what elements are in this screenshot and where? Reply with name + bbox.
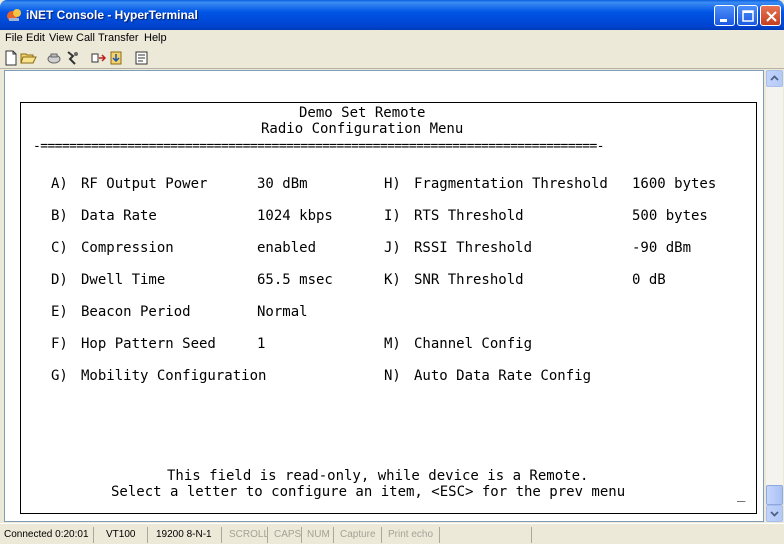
- menu-edit[interactable]: Edit: [26, 32, 45, 44]
- close-icon: [766, 11, 777, 22]
- open-icon[interactable]: [20, 50, 37, 66]
- item-key-n[interactable]: N): [384, 368, 401, 384]
- item-label-auto-data-rate-config[interactable]: Auto Data Rate Config: [414, 368, 591, 384]
- disconnect-icon[interactable]: [46, 50, 63, 66]
- item-label-rts-threshold[interactable]: RTS Threshold: [414, 208, 524, 224]
- item-value-data-rate: 1024 kbps: [257, 208, 333, 224]
- status-print-echo: Print echo: [384, 527, 440, 543]
- menu-call[interactable]: Call: [76, 32, 95, 44]
- item-key-d[interactable]: D): [51, 272, 68, 288]
- properties-icon[interactable]: [134, 50, 151, 66]
- title-bar[interactable]: iNET Console - HyperTerminal: [0, 0, 784, 30]
- item-key-k[interactable]: K): [384, 272, 401, 288]
- status-connected: Connected 0:20:01: [2, 527, 94, 543]
- menu-view[interactable]: View: [49, 32, 73, 44]
- send-icon[interactable]: [90, 50, 107, 66]
- new-icon[interactable]: [3, 50, 20, 66]
- maximize-icon: [742, 10, 754, 22]
- item-label-snr-threshold[interactable]: SNR Threshold: [414, 272, 524, 288]
- item-value-beacon-period: Normal: [257, 304, 308, 320]
- vertical-scrollbar[interactable]: [766, 70, 783, 522]
- menu-file[interactable]: File: [5, 32, 23, 44]
- terminal-screen[interactable]: Demo Set Remote Radio Configuration Menu…: [20, 102, 757, 514]
- status-message: This field is read-only, while device is…: [167, 468, 589, 484]
- item-value-dwell-time: 65.5 msec: [257, 272, 333, 288]
- item-value-rts-threshold: 500 bytes: [632, 208, 708, 224]
- status-capture: Capture: [336, 527, 382, 543]
- minimize-icon: [720, 19, 727, 22]
- scroll-up-button[interactable]: [766, 70, 783, 87]
- item-key-c[interactable]: C): [51, 240, 68, 256]
- status-scroll: SCROLL: [224, 527, 268, 543]
- item-key-b[interactable]: B): [51, 208, 68, 224]
- item-label-rssi-threshold[interactable]: RSSI Threshold: [414, 240, 532, 256]
- status-emulation: VT100: [96, 527, 148, 543]
- maximize-button[interactable]: [737, 5, 758, 26]
- scroll-thumb[interactable]: [766, 485, 783, 505]
- item-key-g[interactable]: G): [51, 368, 68, 384]
- close-button[interactable]: [760, 5, 781, 26]
- item-value-rssi-threshold: -90 dBm: [632, 240, 692, 256]
- item-label-hop-pattern-seed[interactable]: Hop Pattern Seed: [81, 336, 216, 352]
- item-key-m[interactable]: M): [384, 336, 401, 352]
- item-label-compression[interactable]: Compression: [81, 240, 174, 256]
- menu-title-line2: Radio Configuration Menu: [261, 121, 464, 137]
- minimize-button[interactable]: [714, 5, 735, 26]
- item-value-rf-output-power: 30 dBm: [257, 176, 308, 192]
- item-label-channel-config[interactable]: Channel Config: [414, 336, 532, 352]
- item-value-snr-threshold: 0 dB: [632, 272, 666, 288]
- item-value-hop-pattern-seed: 1: [257, 336, 266, 352]
- item-label-mobility-configuration[interactable]: Mobility Configuration: [81, 368, 266, 384]
- item-key-i[interactable]: I): [384, 208, 401, 224]
- status-port-settings: 19200 8-N-1: [150, 527, 222, 543]
- menu-help[interactable]: Help: [144, 32, 167, 44]
- menu-bar: File Edit View Call Transfer Help: [0, 30, 784, 47]
- item-label-dwell-time[interactable]: Dwell Time: [81, 272, 165, 288]
- item-label-data-rate[interactable]: Data Rate: [81, 208, 157, 224]
- menu-title-line1: Demo Set Remote: [299, 105, 426, 121]
- item-key-j[interactable]: J): [384, 240, 401, 256]
- item-key-f[interactable]: F): [51, 336, 68, 352]
- prompt-message: Select a letter to configure an item, <E…: [111, 484, 626, 500]
- status-empty-panel: [442, 527, 532, 543]
- window-title: iNET Console - HyperTerminal: [26, 8, 198, 22]
- item-label-fragmentation-threshold[interactable]: Fragmentation Threshold: [414, 176, 608, 192]
- status-num: NUM: [304, 527, 334, 543]
- toolbar: [0, 47, 784, 69]
- status-bar: Connected 0:20:01 VT100 19200 8-N-1 SCRO…: [0, 523, 784, 544]
- item-key-h[interactable]: H): [384, 176, 401, 192]
- item-label-rf-output-power[interactable]: RF Output Power: [81, 176, 207, 192]
- chevron-up-icon: [770, 75, 779, 81]
- item-value-fragmentation-threshold: 1600 bytes: [632, 176, 717, 192]
- menu-transfer[interactable]: Transfer: [98, 32, 139, 44]
- item-value-compression: enabled: [257, 240, 317, 256]
- item-label-beacon-period[interactable]: Beacon Period: [81, 304, 191, 320]
- separator-line: -=======================================…: [33, 139, 605, 154]
- dial-icon[interactable]: [64, 50, 81, 66]
- item-key-a[interactable]: A): [51, 176, 68, 192]
- scroll-down-button[interactable]: [766, 505, 783, 522]
- status-caps: CAPS: [270, 527, 302, 543]
- item-key-e[interactable]: E): [51, 304, 68, 320]
- receive-icon[interactable]: [108, 50, 125, 66]
- hyperterminal-icon: [7, 9, 21, 21]
- chevron-down-icon: [770, 511, 779, 517]
- text-cursor: _: [737, 486, 746, 502]
